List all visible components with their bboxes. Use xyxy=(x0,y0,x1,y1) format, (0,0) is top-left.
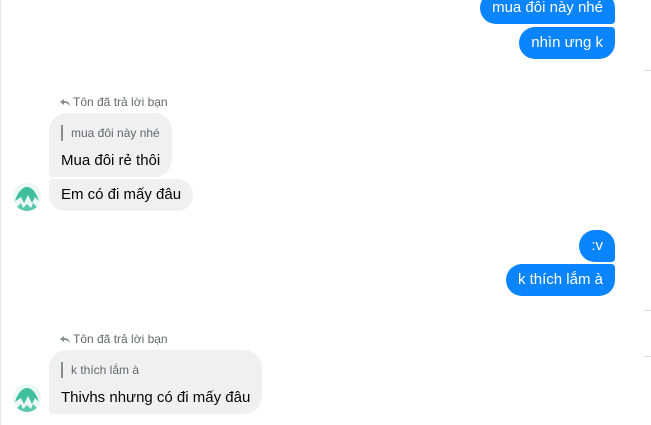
panel-border xyxy=(0,0,1,425)
received-message-with-quote[interactable]: k thích lắm à Thivhs nhưng có đi mấy đâu xyxy=(49,350,263,414)
avatar[interactable] xyxy=(13,384,41,412)
sent-message[interactable]: k thích lắm à xyxy=(505,264,615,296)
message-text: Thivhs nhưng có đi mấy đâu xyxy=(61,389,251,406)
message-text: Mua đôi rẻ thôi xyxy=(61,152,161,169)
avatar[interactable] xyxy=(13,183,41,211)
chat-thread: mua đôi này nhé nhìn ưng k Tôn đã trả lờ… xyxy=(0,0,651,425)
reply-notice: Tôn đã trả lời bạn xyxy=(60,95,168,109)
quoted-message: k thích lắm à xyxy=(61,362,250,378)
received-message-with-quote[interactable]: mua đôi này nhé Mua đôi rẻ thôi xyxy=(49,113,173,177)
reply-arrow-icon xyxy=(60,99,70,106)
reply-notice: Tôn đã trả lời bạn xyxy=(60,332,168,346)
reply-arrow-icon xyxy=(60,336,70,343)
sent-message[interactable]: :v xyxy=(579,230,615,262)
divider xyxy=(643,356,651,357)
reply-notice-text: Tôn đã trả lời bạn xyxy=(73,95,168,109)
sent-message[interactable]: nhìn ưng k xyxy=(519,27,615,59)
contact-avatar-icon xyxy=(13,384,41,412)
received-message[interactable]: Em có đi mấy đâu xyxy=(49,179,194,211)
divider xyxy=(643,310,651,311)
contact-avatar-icon xyxy=(13,183,41,211)
quoted-message: mua đôi này nhé xyxy=(61,125,160,141)
sent-message[interactable]: mua đôi này nhé xyxy=(480,0,615,24)
divider xyxy=(643,70,651,71)
reply-notice-text: Tôn đã trả lời bạn xyxy=(73,332,168,346)
